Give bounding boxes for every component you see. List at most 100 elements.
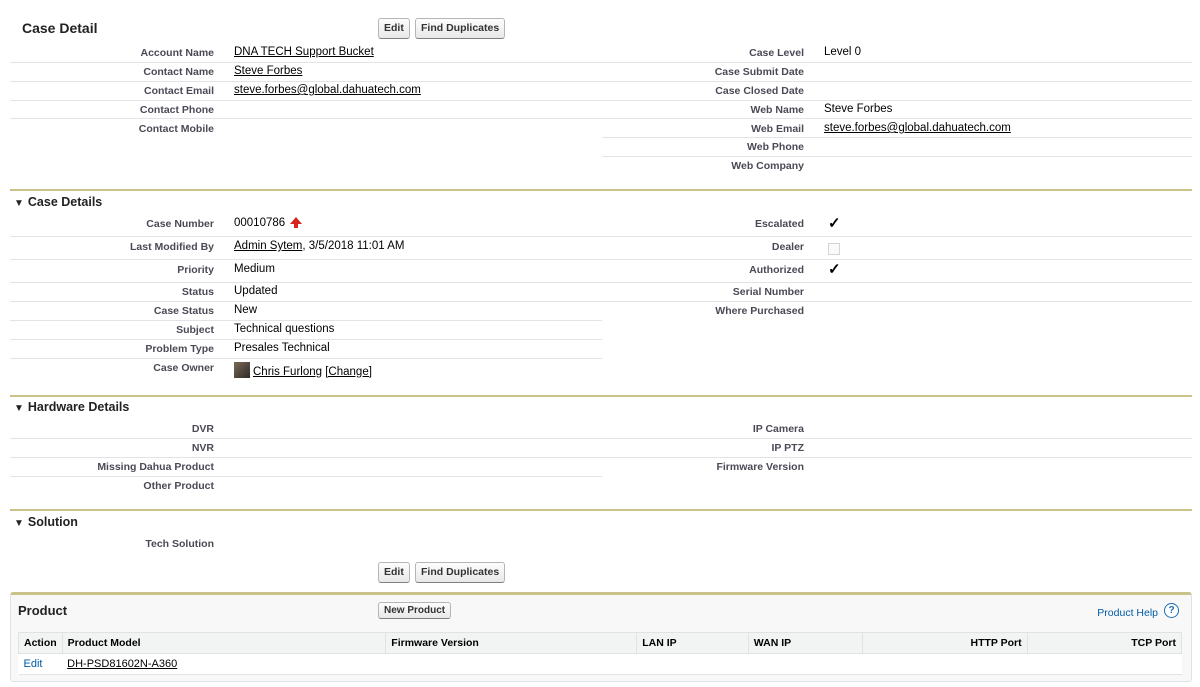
divider	[10, 236, 602, 237]
field-label: Where Purchased	[715, 305, 804, 317]
new-product-button[interactable]: New Product	[378, 602, 452, 619]
change-owner-link[interactable]: [Change]	[325, 366, 372, 378]
product-title: Product	[18, 603, 68, 618]
lan-ip-cell	[636, 653, 749, 675]
field-label: Dealer	[771, 241, 804, 253]
section-title: Hardware Details	[27, 400, 130, 414]
account-name-link[interactable]: DNA TECH Support Bucket	[234, 46, 374, 58]
divider	[10, 62, 602, 63]
field-label: Authorized	[749, 264, 804, 276]
divider	[602, 118, 1192, 119]
web-name-value: Steve Forbes	[824, 103, 893, 115]
field-label: IP PTZ	[771, 442, 804, 454]
case-owner-link[interactable]: Chris Furlong	[253, 366, 322, 378]
find-duplicates-button-bottom[interactable]: Find Duplicates	[415, 562, 506, 583]
case-level-value: Level 0	[824, 46, 862, 58]
table-row: Edit DH-PSD81602N-A360	[18, 653, 1182, 675]
priority-value: Medium	[234, 263, 275, 275]
triangle-down-icon: ▼	[14, 403, 24, 414]
field-label: Account Name	[140, 47, 214, 59]
field-label: Case Number	[146, 218, 214, 230]
column-header: Product Model	[61, 632, 387, 654]
product-table: Action Product Model Firmware Version LA…	[18, 632, 1183, 675]
product-related-list: Product New Product Product Help ? Actio…	[10, 592, 1192, 682]
divider	[10, 301, 602, 302]
authorized-checked-icon: ✓	[828, 261, 841, 278]
field-label: Contact Phone	[139, 104, 214, 116]
dealer-unchecked-icon	[828, 243, 840, 255]
field-label: Status	[181, 286, 214, 298]
case-number-value: 00010786	[234, 217, 306, 229]
escalated-checked-icon: ✓	[828, 215, 841, 232]
contact-name-link[interactable]: Steve Forbes	[234, 65, 302, 77]
field-label: Subject	[176, 324, 214, 336]
case-status-value: New	[234, 304, 258, 316]
question-circle-icon[interactable]: ?	[1164, 603, 1179, 618]
divider	[10, 259, 602, 260]
field-label: Last Modified By	[129, 241, 214, 253]
column-header: Action	[18, 632, 63, 654]
field-label: Other Product	[143, 480, 214, 492]
field-label: Problem Type	[145, 343, 214, 355]
field-label: Priority	[177, 264, 214, 276]
section-divider	[10, 189, 1192, 191]
field-label: Web Phone	[747, 141, 804, 153]
divider	[10, 358, 602, 359]
hardware-details-section-toggle[interactable]: ▼ Hardware Details	[14, 400, 129, 414]
divider	[602, 100, 1192, 101]
field-label: Serial Number	[732, 286, 804, 298]
section-title: Case Details	[27, 195, 103, 209]
subject-value: Technical questions	[234, 323, 335, 335]
last-modified-date: , 3/5/2018 11:01 AM	[302, 240, 405, 252]
divider	[10, 118, 602, 119]
tcp-port-cell	[1027, 653, 1182, 675]
field-label: Contact Email	[143, 85, 214, 97]
field-label: IP Camera	[752, 423, 804, 435]
firmware-cell	[385, 653, 637, 675]
edit-button-bottom[interactable]: Edit	[378, 562, 410, 583]
divider	[10, 457, 602, 458]
row-edit-link[interactable]: Edit	[24, 658, 43, 670]
divider	[10, 476, 602, 477]
solution-section-toggle[interactable]: ▼ Solution	[14, 515, 78, 529]
field-label: Tech Solution	[145, 538, 214, 550]
http-port-cell	[862, 653, 1028, 675]
find-duplicates-button[interactable]: Find Duplicates	[415, 18, 506, 39]
case-page: Case Detail Edit Find Duplicates Account…	[0, 0, 1200, 687]
divider	[602, 301, 1192, 302]
field-label: Web Company	[731, 160, 804, 172]
divider	[10, 339, 602, 340]
case-number-text: 00010786	[234, 217, 286, 229]
section-title: Solution	[27, 515, 78, 529]
red-up-arrow-icon	[288, 217, 306, 229]
section-divider	[10, 395, 1192, 397]
divider	[602, 81, 1192, 82]
field-label: Case Status	[153, 305, 214, 317]
contact-email-link[interactable]: steve.forbes@global.dahuatech.com	[234, 84, 421, 96]
product-help-link[interactable]: Product Help	[1097, 607, 1158, 619]
product-model-link[interactable]: DH-PSD81602N-A360	[67, 658, 177, 670]
field-label: Case Submit Date	[714, 66, 804, 78]
divider	[602, 62, 1192, 63]
web-email-link[interactable]: steve.forbes@global.dahuatech.com	[824, 122, 1011, 134]
divider	[602, 236, 1192, 237]
field-label: Case Closed Date	[715, 85, 804, 97]
case-details-section-toggle[interactable]: ▼ Case Details	[14, 195, 102, 209]
field-label: Missing Dahua Product	[97, 461, 214, 473]
divider	[602, 156, 1192, 157]
column-header: WAN IP	[747, 632, 864, 654]
case-detail-title: Case Detail	[22, 20, 98, 36]
problem-type-value: Presales Technical	[234, 342, 330, 354]
field-label: NVR	[191, 442, 214, 454]
field-label: DVR	[191, 423, 214, 435]
divider	[10, 438, 602, 439]
divider	[10, 81, 602, 82]
divider	[602, 438, 1192, 439]
field-label: Case Owner	[153, 362, 214, 374]
divider	[602, 137, 1192, 138]
user-photo-icon	[234, 362, 250, 378]
table-header-row: Action Product Model Firmware Version LA…	[18, 632, 1183, 654]
last-modified-user-link[interactable]: Admin Sytem	[234, 240, 302, 252]
last-modified-value: Admin Sytem, 3/5/2018 11:01 AM	[234, 240, 404, 252]
edit-button[interactable]: Edit	[378, 18, 410, 39]
